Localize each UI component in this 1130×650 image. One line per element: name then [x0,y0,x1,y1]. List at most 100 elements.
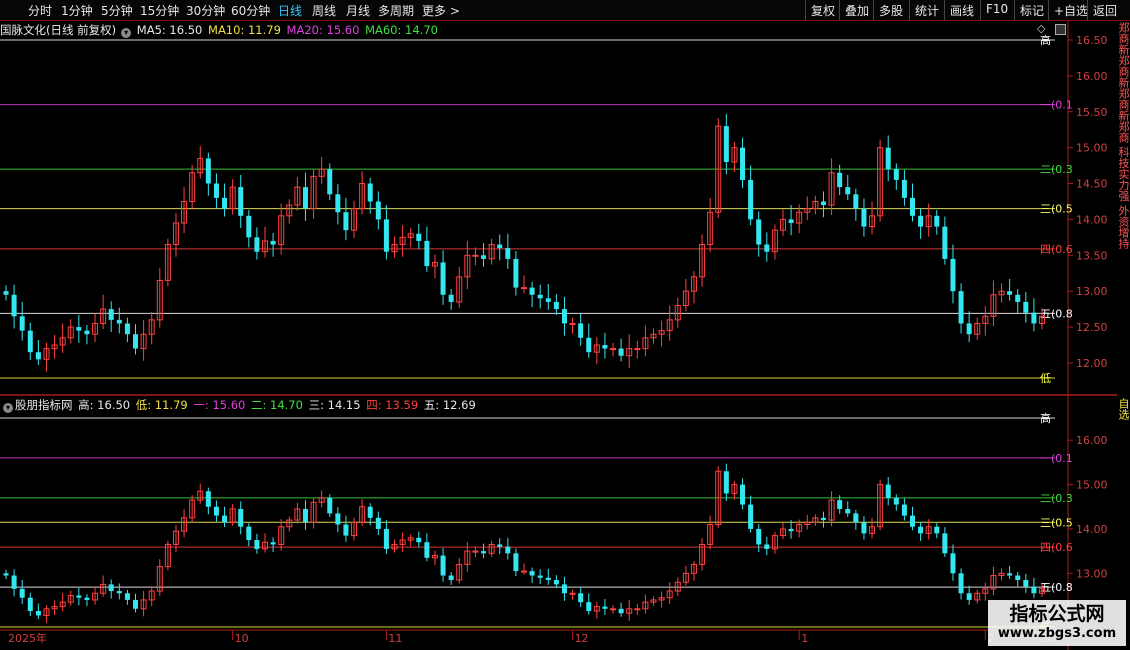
candle-body-down [529,287,535,295]
price-tick-label: 12.00 [1076,357,1108,370]
candle-body-down [934,526,940,534]
candle-body-down [27,597,33,612]
price-tick-label: 16.00 [1076,70,1108,83]
candle-body-down [367,506,373,518]
candle-body-down [416,233,422,241]
candle-body-down [861,522,867,534]
candle-body-down [853,194,859,209]
candle-body-down [820,201,826,206]
candle-body-down [561,309,567,324]
candle-body-down [505,546,511,554]
candle-body-down [820,517,826,521]
candle-body-down [343,524,349,536]
candle-body-down [723,471,729,494]
candle-body-down [950,553,956,574]
indicator-tick-label: 13.00 [1076,567,1108,580]
candle-body-down [513,258,519,288]
candle-body-up [610,608,617,611]
candle-body-down [213,183,219,198]
candle-body-down [108,584,114,592]
candle-body-down [950,258,956,292]
candle-body-down [578,323,584,338]
candle-body-down [238,508,244,527]
candle-body-down [440,262,446,295]
candle-body-down [788,219,794,223]
candle-body-down [748,179,754,220]
candle-body-down [254,237,260,252]
candle-body-down [513,553,519,572]
candle-body-down [578,593,584,603]
candle-body-down [845,187,851,195]
candle-body-down [901,179,907,198]
price-tick-label: 14.50 [1076,178,1108,191]
candle-body-down [246,526,252,541]
candle-body-down [213,506,219,516]
level-label-高: 高 [1040,411,1051,425]
candle-body-up [634,348,641,351]
candle-body-down [3,291,9,295]
candle-body-down [837,500,843,509]
indicator-tick-label: 14.00 [1076,523,1108,536]
candle-body-down [723,126,729,162]
candle-body-down [529,571,535,576]
candle-body-down [375,201,381,220]
candle-body-down [327,169,333,195]
candle-body-up [521,570,527,573]
candle-body-down [845,508,851,514]
candle-body-down [893,169,899,180]
candle-body-down [910,197,915,216]
candle-body-down [124,593,130,600]
candle-body-down [861,208,867,227]
candle-body-down [918,215,924,227]
candle-body-down [270,240,276,245]
candle-body-down [756,528,762,545]
candle-body-down [222,515,228,523]
candle-body-down [561,584,567,594]
candle-body-down [19,316,25,331]
candle-body-down [764,244,770,252]
candle-body-down [1023,301,1029,313]
watermark-title: 指标公式网 [1009,603,1105,625]
level-label-低: 低 [1040,372,1051,385]
candle-body-down [958,291,964,324]
candle-body-down [497,544,503,547]
candle-body-down [942,533,948,554]
price-tick-label: 16.50 [1076,34,1108,47]
candle-body-down [893,497,899,505]
candle-body-down [35,352,41,360]
candle-body-down [448,575,454,580]
indicator-tick-label: 16.00 [1076,434,1108,447]
candle-body-down [302,187,308,209]
candle-body-down [27,330,33,353]
price-tick-label: 15.50 [1076,106,1108,119]
candle-body-down [238,187,244,216]
candle-body-down [934,215,940,227]
candle-body-down [942,226,948,259]
candle-body-down [124,323,130,335]
candle-body-down [1007,291,1013,295]
candle-body-down [205,158,211,184]
candle-body-down [343,212,349,231]
level-label-四: 四(0.6 [1040,243,1073,256]
candle-body-down [966,593,972,600]
candle-body-down [440,555,446,576]
candle-body-down [910,515,915,527]
candle-body-down [885,484,891,498]
candle-body-down [424,542,430,558]
candle-body-up [610,348,617,351]
info-strip-bottom: 自选 [1117,398,1130,420]
candle-body-down [545,298,551,302]
candle-body-up [472,254,479,257]
candle-body-down [740,484,746,505]
candle-body-down [222,197,228,209]
candle-body-down [586,337,592,353]
candle-body-down [505,248,511,259]
candle-body-down [602,344,608,349]
kline-chart[interactable]: 高一(0.1二(0.3三(0.5四(0.6五(0.8低16.5016.0015.… [0,0,1130,650]
price-tick-label: 13.00 [1076,285,1108,298]
candle-body-up [634,608,641,611]
level-label-二: 二(0.3 [1040,492,1073,505]
candle-body-down [84,597,90,600]
candle-body-down [602,606,608,609]
candle-body-down [756,219,762,245]
